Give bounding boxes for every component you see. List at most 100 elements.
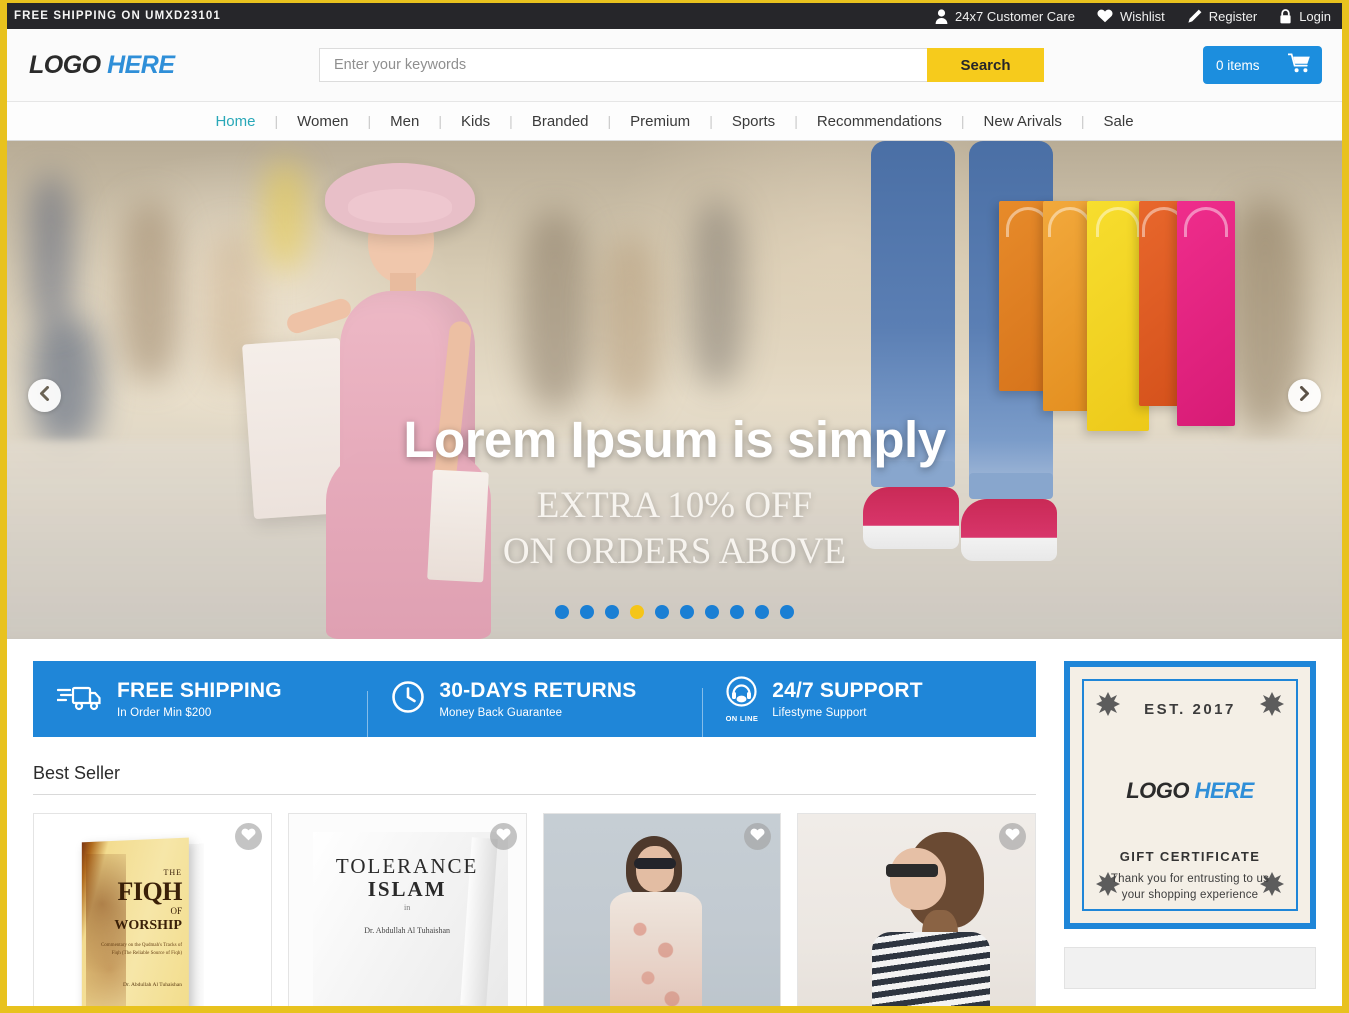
top-utility-bar: FREE SHIPPING ON UMXD23101 24x7 Customer…	[7, 0, 1342, 29]
feature-title: 24/7 SUPPORT	[772, 679, 923, 703]
wishlist-label: Wishlist	[1119, 8, 1165, 24]
nav-item-home[interactable]: Home	[196, 113, 274, 130]
carousel-dot-3[interactable]	[605, 605, 619, 619]
wishlist-button[interactable]	[489, 823, 517, 850]
wishlist-button[interactable]	[999, 823, 1026, 850]
register-label: Register	[1208, 8, 1258, 24]
carousel-dot-2[interactable]	[580, 605, 594, 619]
hero-subline-2: ON ORDERS ABOVE	[502, 531, 847, 573]
heart-icon	[1097, 9, 1113, 23]
product-image	[543, 814, 781, 1006]
carousel-prev-button[interactable]	[28, 379, 61, 412]
gift-logo-secondary: HERE	[1194, 778, 1255, 803]
nav-item-branded[interactable]: Branded	[513, 113, 608, 130]
product-image	[798, 814, 1035, 1006]
nav-item-kids[interactable]: Kids	[442, 113, 509, 130]
customer-care-label: 24x7 Customer Care	[955, 8, 1075, 24]
best-seller-products: THE FIQH OF WORSHIP Commentary on the Qu…	[33, 813, 1036, 1006]
shopping-cart-icon	[1287, 53, 1311, 78]
customer-care-link[interactable]: 24x7 Customer Care	[935, 9, 1075, 24]
feature-returns: 30-DAYS RETURNS Money Back Guarantee	[367, 679, 701, 744]
nav-item-sports[interactable]: Sports	[713, 113, 794, 130]
wishlist-link[interactable]: Wishlist	[1097, 9, 1165, 24]
product-card[interactable]: THE FIQH OF WORSHIP Commentary on the Qu…	[33, 813, 272, 1006]
book-line-3: in	[404, 903, 411, 912]
register-link[interactable]: Register	[1187, 9, 1257, 24]
wishlist-button[interactable]	[234, 823, 262, 850]
nav-item-women[interactable]: Women	[278, 113, 367, 130]
book-line-4: WORSHIP	[114, 918, 182, 933]
carousel-dot-10[interactable]	[780, 605, 794, 619]
carousel-dot-9[interactable]	[755, 605, 769, 619]
features-bar: FREE SHIPPING In Order Min $200 30-DAYS …	[33, 661, 1036, 744]
hero-subline-1: EXTRA 10% OFF	[536, 484, 813, 526]
hero-text-block: Lorem Ipsum is simply EXTRA 10% OFF ON O…	[7, 411, 1342, 576]
site-logo[interactable]: LOGO HERE	[29, 51, 319, 80]
logo-secondary: HERE	[107, 50, 175, 79]
user-icon	[935, 8, 948, 24]
book-line-2: FIQH	[117, 877, 183, 906]
search-input[interactable]	[319, 48, 927, 82]
promo-text: FREE SHIPPING ON UMXD23101	[14, 10, 221, 22]
online-badge: ON LINE	[725, 713, 759, 723]
carousel-dot-4[interactable]	[630, 605, 644, 619]
book-line-1: THE	[163, 868, 182, 877]
feature-free-shipping: FREE SHIPPING In Order Min $200	[33, 679, 367, 719]
feature-subtitle: Lifestyme Support	[772, 706, 867, 719]
carousel-dot-1[interactable]	[555, 605, 569, 619]
gift-logo-primary: LOGO	[1126, 778, 1190, 803]
main-navigation: Home | Women | Men | Kids | Branded | Pr…	[7, 101, 1342, 141]
pencil-icon	[1187, 9, 1202, 24]
delivery-truck-icon	[55, 681, 103, 718]
gift-title: GIFT CERTIFICATE	[1119, 849, 1261, 864]
search-button[interactable]: Search	[927, 48, 1044, 82]
search-form: Search	[319, 48, 1044, 82]
cart-button[interactable]: 0 items	[1203, 46, 1322, 84]
site-header: LOGO HERE Search 0 items	[7, 29, 1342, 101]
feature-support: ON LINE 24/7 SUPPORT Lifestyme Support	[701, 675, 1036, 740]
nav-item-men[interactable]: Men	[371, 113, 438, 130]
product-card[interactable]: TOLERANCE ISLAM in Dr. Abdullah Al Tuhai…	[287, 813, 527, 1006]
nav-item-premium[interactable]: Premium	[611, 113, 709, 130]
top-links: 24x7 Customer Care Wishlist Register Log…	[935, 9, 1331, 24]
carousel-dots	[7, 605, 1342, 619]
nav-item-sale[interactable]: Sale	[1085, 113, 1153, 130]
feature-title: 30-DAYS RETURNS	[439, 679, 637, 703]
page-frame: FREE SHIPPING ON UMXD23101 24x7 Customer…	[0, 0, 1349, 1013]
gift-logo: LOGO HERE	[1084, 778, 1296, 804]
nav-item-recommendations[interactable]: Recommendations	[798, 113, 961, 130]
heart-icon	[1005, 828, 1020, 846]
best-seller-heading: Best Seller	[33, 763, 1036, 795]
logo-primary: LOGO	[29, 50, 101, 79]
book-line-3: OF	[170, 906, 182, 916]
carousel-dot-8[interactable]	[730, 605, 744, 619]
chevron-left-icon	[38, 385, 51, 406]
product-card[interactable]	[797, 813, 1036, 1006]
book-line-6: Dr. Abdullah Al Tuhaishan	[123, 982, 182, 988]
heart-icon	[496, 828, 511, 846]
main-column: FREE SHIPPING In Order Min $200 30-DAYS …	[33, 661, 1036, 1006]
carousel-next-button[interactable]	[1288, 379, 1321, 412]
login-label: Login	[1299, 8, 1331, 24]
heart-icon	[241, 828, 256, 846]
hero-headline: Lorem Ipsum is simply	[403, 411, 946, 468]
product-image: THE FIQH OF WORSHIP Commentary on the Qu…	[34, 814, 271, 1006]
login-link[interactable]: Login	[1279, 9, 1331, 24]
lock-icon	[1279, 8, 1292, 24]
product-card[interactable]	[542, 813, 782, 1006]
carousel-dot-5[interactable]	[655, 605, 669, 619]
carousel-dot-6[interactable]	[680, 605, 694, 619]
sidebar-placeholder-block	[1064, 947, 1316, 989]
clock-icon	[391, 680, 425, 719]
heart-icon	[750, 828, 765, 846]
product-image: TOLERANCE ISLAM in Dr. Abdullah Al Tuhai…	[288, 814, 526, 1006]
cart-count-label: 0 items	[1216, 57, 1260, 73]
gift-certificate-card[interactable]: EST. 2017 LOGO HERE GIFT CERTIFICATE Tha…	[1064, 661, 1316, 929]
feature-title: FREE SHIPPING	[117, 679, 282, 703]
nav-item-new-arivals[interactable]: New Arivals	[965, 113, 1081, 130]
gift-est-label: EST. 2017	[1144, 701, 1236, 718]
feature-subtitle: In Order Min $200	[117, 706, 212, 719]
carousel-dot-7[interactable]	[705, 605, 719, 619]
sidebar-column: EST. 2017 LOGO HERE GIFT CERTIFICATE Tha…	[1064, 661, 1316, 1006]
book-line-5: Commentary on the Qudmah's Tracks of Fiq…	[100, 943, 182, 956]
